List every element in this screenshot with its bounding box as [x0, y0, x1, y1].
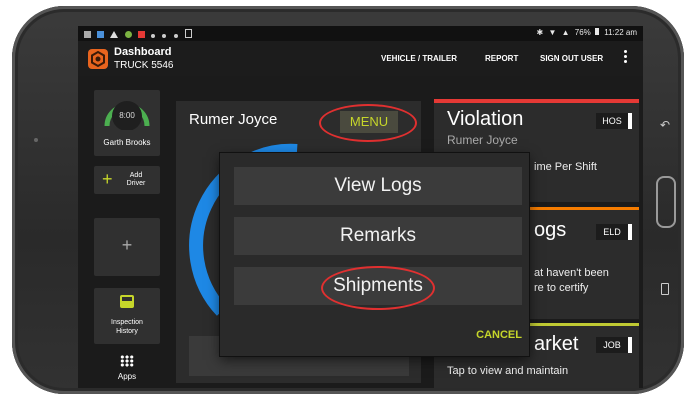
menu-annotation-circle [319, 104, 417, 142]
battery-icon [595, 28, 599, 35]
bluetooth-icon: ✱ [536, 28, 544, 37]
nav-sign-out-user[interactable]: SIGN OUT USER [540, 54, 603, 63]
battery-percent: 76% [574, 28, 591, 37]
add-icon: + [102, 169, 113, 189]
hos-badge: HOS [596, 113, 632, 129]
market-title: arket [534, 333, 579, 355]
app-bar: Dashboard TRUCK 5546 VEHICLE / TRAILER R… [78, 41, 643, 76]
popup-menu: View Logs Remarks Shipments CANCEL [220, 153, 529, 356]
app-logo-icon [88, 49, 108, 69]
inspection-history-label: Inspection History [111, 319, 143, 335]
driver-name: Garth Brooks [103, 138, 151, 147]
eld-badge: ELD [596, 224, 632, 240]
app-title: Dashboard [114, 46, 172, 58]
driver-tile[interactable]: 8:00 Garth Brooks [94, 90, 160, 156]
add-driver-button[interactable]: + Add Driver [94, 166, 160, 194]
job-badge: JOB [596, 337, 632, 353]
menu-item-view-logs[interactable]: View Logs [234, 167, 522, 205]
logs-line-2: re to certify [534, 282, 589, 294]
violation-detail: ime Per Shift [534, 161, 597, 173]
tablet-frame: ↶ ▷ ✱ ▼ ▲ 76% 11:22 a [12, 6, 684, 394]
driver-card-name: Rumer Joyce [189, 111, 278, 128]
wifi-icon: ▼ [548, 28, 557, 37]
apps-button[interactable]: Apps [94, 352, 160, 386]
notification-icons: ▷ [84, 29, 204, 49]
app-subtitle: TRUCK 5546 [114, 60, 174, 71]
shipments-annotation-circle [321, 266, 435, 310]
home-hardware-button[interactable] [656, 176, 676, 228]
menu-item-remarks[interactable]: Remarks [234, 217, 522, 255]
add-driver-label: Add Driver [126, 172, 146, 187]
recent-apps-hardware-icon[interactable] [661, 283, 669, 295]
inspection-icon [120, 295, 134, 308]
inspection-history-button[interactable]: Inspection History [94, 288, 160, 344]
nav-report[interactable]: REPORT [485, 54, 518, 63]
signal-icon: ▲ [561, 28, 570, 37]
logs-title: ogs [534, 219, 567, 241]
violation-accent-bar [434, 99, 639, 103]
apps-grid-icon [120, 355, 134, 367]
back-hardware-icon[interactable]: ↶ [660, 118, 670, 132]
status-right: ✱ ▼ ▲ 76% 11:22 am [536, 28, 637, 39]
apps-label: Apps [117, 372, 137, 381]
cancel-button[interactable]: CANCEL [460, 329, 522, 341]
market-line-1: Tap to view and maintain [447, 365, 569, 377]
violation-title: Violation [447, 108, 524, 130]
driver-time: 8:00 [119, 111, 135, 120]
status-bar: ▷ ✱ ▼ ▲ 76% 11:22 am [78, 26, 643, 49]
side-dot [34, 138, 38, 142]
logs-line-1: at haven't been [534, 267, 609, 279]
device-screen: ▷ ✱ ▼ ▲ 76% 11:22 am Dashboard TRUCK 554… [78, 26, 643, 388]
more-vert-icon[interactable] [624, 50, 628, 64]
plus-icon: + [121, 235, 133, 255]
violation-subtitle: Rumer Joyce [447, 133, 518, 147]
nav-vehicle-trailer[interactable]: VEHICLE / TRAILER [381, 54, 457, 63]
clock: 11:22 am [604, 28, 637, 37]
add-tile-button[interactable]: + [94, 218, 160, 276]
